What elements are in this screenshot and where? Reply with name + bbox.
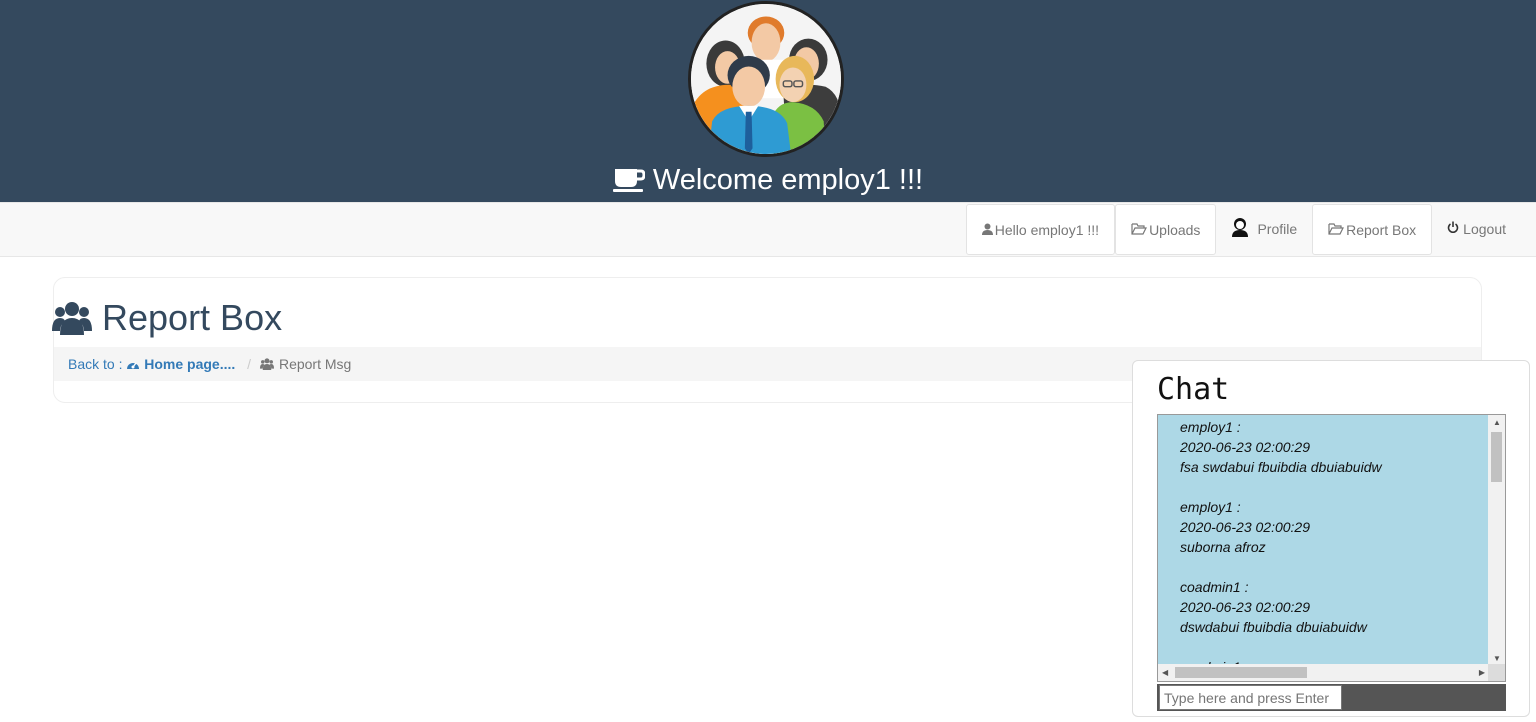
chat-messages-box[interactable]: employ1 : 2020-06-23 02:00:29 fsa swdabu… xyxy=(1157,414,1506,682)
vertical-scroll-thumb[interactable] xyxy=(1491,432,1502,482)
nav-hello-user[interactable]: Hello employ1 !!! xyxy=(965,204,1116,255)
nav-uploads[interactable]: Uploads xyxy=(1115,204,1217,255)
message-user: employ1 : xyxy=(1180,419,1241,435)
scrollbar-corner xyxy=(1488,664,1505,681)
welcome-text: Welcome employ1 !!! xyxy=(652,164,924,196)
nav-logout[interactable]: Logout xyxy=(1432,203,1536,254)
page-title-text: Report Box xyxy=(102,297,283,338)
nav-report-box[interactable]: Report Box xyxy=(1312,204,1433,255)
breadcrumb-current: Report Msg xyxy=(259,356,351,372)
page-title: Report Box xyxy=(52,296,282,340)
chat-title: Chat xyxy=(1157,372,1230,407)
message-time: 2020-06-23 02:00:29 xyxy=(1180,439,1310,455)
chat-message: employ1 : 2020-06-23 02:00:29 fsa swdabu… xyxy=(1180,417,1490,477)
chat-message: coadmin1 : 2020-06-23 02:00:29 dswdabui … xyxy=(1180,577,1490,637)
breadcrumb-current-label: Report Msg xyxy=(278,356,352,372)
navbar: Hello employ1 !!! Uploads Profile Report… xyxy=(0,202,1536,257)
vertical-scrollbar[interactable]: ▲ ▼ xyxy=(1488,415,1505,666)
scroll-left-icon[interactable]: ◀ xyxy=(1162,668,1168,677)
team-avatar-logo xyxy=(688,1,844,157)
horizontal-scroll-thumb[interactable] xyxy=(1175,667,1307,678)
folder-open-icon xyxy=(1131,222,1148,238)
page-header: Welcome employ1 !!! xyxy=(0,0,1536,202)
scroll-up-icon[interactable]: ▲ xyxy=(1493,418,1501,427)
scroll-down-icon[interactable]: ▼ xyxy=(1493,654,1501,663)
coffee-icon xyxy=(612,164,646,204)
message-text: dswdabui fbuibdia dbuiabuidw xyxy=(1180,619,1367,635)
nav-report-box-label: Report Box xyxy=(1346,221,1417,238)
nav-menu: Hello employ1 !!! Uploads Profile Report… xyxy=(965,203,1536,257)
welcome-heading: Welcome employ1 !!! xyxy=(0,160,1536,204)
nav-hello-label: Hello employ1 !!! xyxy=(994,221,1100,238)
user-avatar-icon xyxy=(1231,217,1249,240)
nav-profile[interactable]: Profile xyxy=(1216,203,1312,254)
users-icon xyxy=(259,356,275,372)
breadcrumb-separator: / xyxy=(247,356,252,372)
message-time: 2020-06-23 02:00:29 xyxy=(1180,599,1310,615)
message-text: fsa swdabui fbuibdia dbuiabuidw xyxy=(1180,459,1382,475)
message-text: suborna afroz xyxy=(1180,539,1266,555)
message-user: coadmin1 : xyxy=(1180,579,1249,595)
nav-uploads-label: Uploads xyxy=(1149,221,1201,238)
folder-open-icon xyxy=(1328,222,1345,238)
user-icon xyxy=(981,222,993,238)
message-user: employ1 : xyxy=(1180,499,1241,515)
message-list: employ1 : 2020-06-23 02:00:29 fsa swdabu… xyxy=(1180,417,1490,681)
breadcrumb-back-link[interactable]: Back to : Home page.... xyxy=(68,356,239,372)
users-icon xyxy=(52,302,92,335)
power-icon xyxy=(1447,221,1459,237)
nav-logout-label: Logout xyxy=(1463,220,1506,237)
scroll-right-icon[interactable]: ▶ xyxy=(1479,668,1485,677)
breadcrumb-home: Home page.... xyxy=(144,356,236,372)
nav-profile-label: Profile xyxy=(1257,220,1298,237)
breadcrumb-prefix: Back to : xyxy=(68,356,127,372)
chat-message: employ1 : 2020-06-23 02:00:29 suborna af… xyxy=(1180,497,1490,557)
dashboard-icon xyxy=(126,356,140,372)
chat-message-input[interactable] xyxy=(1159,685,1342,710)
message-time: 2020-06-23 02:00:29 xyxy=(1180,519,1310,535)
horizontal-scrollbar[interactable]: ◀ ▶ xyxy=(1158,664,1505,681)
